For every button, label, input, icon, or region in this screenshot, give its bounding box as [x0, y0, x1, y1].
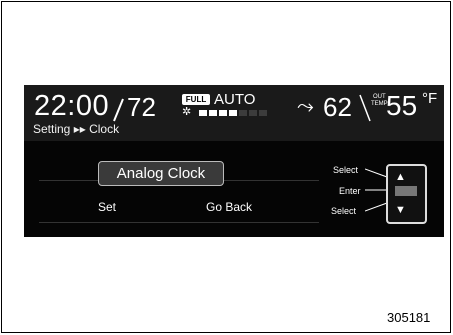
auto-mode-label: AUTO [214, 91, 256, 108]
set-button[interactable]: Set [62, 200, 152, 214]
analog-clock-menu-item[interactable]: Analog Clock [98, 161, 224, 186]
driver-temperature[interactable]: 72 [127, 92, 156, 123]
select-up-label: Select [333, 165, 359, 175]
go-back-button[interactable]: Go Back [184, 200, 274, 214]
fan-level-bar [229, 110, 237, 116]
airflow-vent-icon: ⤳ [297, 95, 314, 118]
fan-icon: ✲ [182, 106, 192, 118]
fan-level-bar [199, 110, 207, 116]
fan-level-bar [259, 110, 267, 116]
display-screen: 22:00 72 FULL AUTO ✲ ⤳ 62 OUT TEMP 55 °F … [24, 85, 444, 237]
temperature-unit: °F [422, 90, 438, 107]
select-down-label: Select [331, 206, 357, 216]
fan-level-bar [209, 110, 217, 116]
fan-level-bar [219, 110, 227, 116]
fan-level-bar [239, 110, 247, 116]
select-down-button[interactable]: ▼ [395, 204, 406, 216]
divider-slash-icon [113, 98, 124, 122]
status-panel: 22:00 72 FULL AUTO ✲ ⤳ 62 OUT TEMP 55 °F … [24, 85, 444, 141]
menu-divider [39, 222, 319, 223]
select-up-button[interactable]: ▲ [395, 171, 406, 183]
enter-label: Enter [339, 186, 361, 196]
enter-button[interactable] [395, 186, 417, 196]
fan-level-bar [249, 110, 257, 116]
full-badge: FULL [182, 94, 210, 105]
clock-time: 22:00 [34, 90, 110, 122]
breadcrumb: Setting ▸▸ Clock [33, 122, 120, 136]
outside-temperature: 55 [386, 90, 418, 121]
figure-number: 305181 [387, 310, 431, 325]
figure-frame: 22:00 72 FULL AUTO ✲ ⤳ 62 OUT TEMP 55 °F … [1, 1, 451, 333]
passenger-temperature[interactable]: 62 [323, 92, 352, 123]
